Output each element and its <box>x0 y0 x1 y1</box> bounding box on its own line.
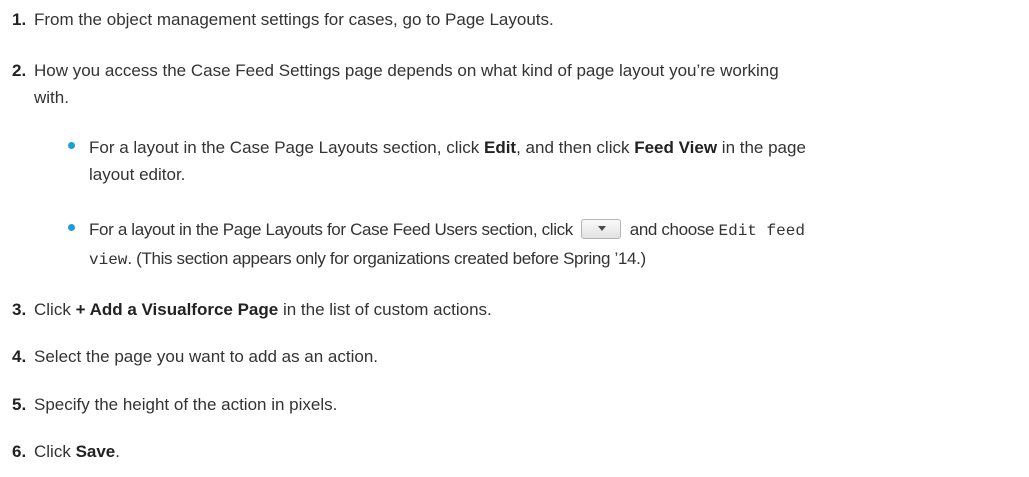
bullet-icon <box>68 142 75 149</box>
bullet-text-segment: layout editor. <box>89 165 186 184</box>
bullet-text: For a layout in the Case Page Layouts se… <box>89 134 999 188</box>
bullet-text-segment: . (This section appears only for organiz… <box>127 249 646 268</box>
chevron-down-icon <box>598 226 607 232</box>
instructions-page: 1. From the object management settings f… <box>0 0 1029 477</box>
feed-view-link: Feed View <box>634 138 718 157</box>
add-visualforce-page-link: + Add a Visualforce Page <box>75 300 279 319</box>
bullet-text-segment: and choose <box>625 220 719 239</box>
step-text-line-1: How you access the Case Feed Settings pa… <box>34 61 779 80</box>
step-text-segment: in the list of custom actions. <box>278 300 492 319</box>
bullet-text-segment: in the page <box>717 138 806 157</box>
bullet-icon <box>68 224 75 231</box>
step-text: Specify the height of the action in pixe… <box>34 395 338 414</box>
step-text-line-2: with. <box>34 88 69 107</box>
step-number: 1. <box>12 10 27 29</box>
step-text: From the object management settings for … <box>34 10 554 29</box>
step-number: 6. <box>12 442 27 461</box>
bullet-text: For a layout in the Page Layouts for Cas… <box>89 216 999 274</box>
dropdown-menu-button[interactable] <box>581 219 622 240</box>
bullet-text-segment: , and then click <box>516 138 635 157</box>
step-number: 4. <box>12 347 27 366</box>
bullet-text-segment: For a layout in the Page Layouts for Cas… <box>89 220 578 239</box>
step-text: Click + Add a Visualforce Page in the li… <box>34 296 1004 323</box>
step-number: 3. <box>12 300 27 319</box>
view-code: view <box>89 251 128 269</box>
save-label: Save <box>75 442 116 461</box>
step-number: 2. <box>12 61 27 80</box>
step-text: Select the page you want to add as an ac… <box>34 347 379 366</box>
bullet-text-segment: For a layout in the Case Page Layouts se… <box>89 138 484 157</box>
step-text: How you access the Case Feed Settings pa… <box>34 57 1004 111</box>
step-text-segment: . <box>115 442 120 461</box>
edit-link: Edit <box>483 138 517 157</box>
step-text: Click Save. <box>34 438 1004 465</box>
step-number: 5. <box>12 395 27 414</box>
edit-feed-code: Edit feed <box>718 222 805 240</box>
step-text-segment: Click <box>34 300 76 319</box>
step-text-segment: Click <box>34 442 76 461</box>
